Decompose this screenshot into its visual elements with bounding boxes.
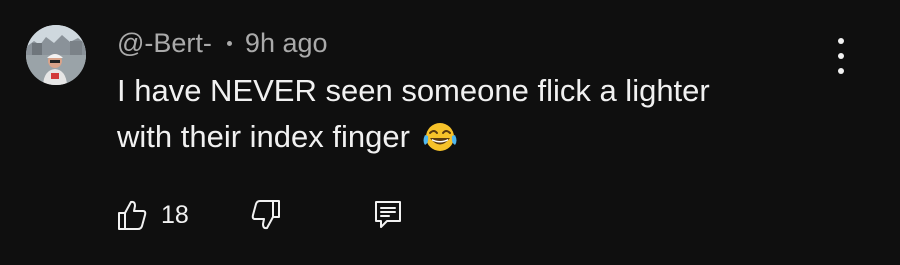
avatar[interactable]	[26, 25, 86, 85]
comment-text-line-content: with their index finger	[117, 119, 410, 154]
separator-dot	[226, 40, 232, 46]
comment: @-Bert- 9h ago I have NEVER seen someone…	[0, 0, 900, 265]
avatar-image	[26, 25, 86, 85]
comment-timestamp[interactable]: 9h ago	[245, 28, 328, 59]
tears-of-joy-emoji	[422, 120, 458, 166]
more-vertical-icon-dot	[838, 38, 844, 44]
comment-text-line: with their index finger	[117, 114, 797, 166]
like-count: 18	[161, 200, 189, 229]
comment-text-line: I have NEVER seen someone flick a lighte…	[117, 73, 710, 108]
thumbs-up-icon	[118, 200, 147, 230]
comment-text: I have NEVER seen someone flick a lighte…	[117, 68, 797, 166]
reply-button[interactable]	[373, 196, 403, 234]
dislike-button[interactable]	[251, 196, 281, 234]
comment-actions: 18	[117, 196, 437, 234]
comment-header: @-Bert- 9h ago	[117, 26, 328, 60]
more-vertical-icon-dot	[838, 68, 844, 74]
reply-icon	[375, 201, 401, 228]
more-options-button[interactable]	[826, 38, 856, 74]
thumbs-down-icon	[251, 200, 280, 230]
author-name[interactable]: @-Bert-	[117, 28, 212, 59]
more-vertical-icon-dot	[838, 53, 844, 59]
like-button[interactable]: 18	[117, 196, 189, 234]
